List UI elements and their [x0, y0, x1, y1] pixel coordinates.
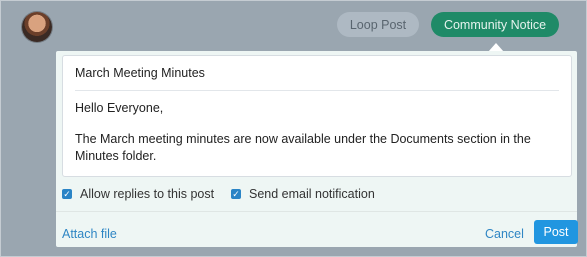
- post-subject[interactable]: March Meeting Minutes: [75, 66, 205, 80]
- send-email-label: Send email notification: [249, 187, 375, 201]
- send-email-option[interactable]: ✓ Send email notification: [231, 187, 375, 201]
- allow-replies-checkbox[interactable]: ✓: [62, 189, 72, 199]
- compose-panel: March Meeting Minutes Hello Everyone, Th…: [56, 51, 578, 247]
- cancel-link[interactable]: Cancel: [485, 227, 524, 241]
- loop-post-button[interactable]: Loop Post: [337, 12, 419, 37]
- footer-divider: [56, 211, 577, 212]
- post-editor[interactable]: March Meeting Minutes Hello Everyone, Th…: [62, 55, 572, 177]
- send-email-checkbox[interactable]: ✓: [231, 189, 241, 199]
- attach-file-link[interactable]: Attach file: [62, 227, 117, 241]
- post-button[interactable]: Post: [534, 220, 578, 244]
- compose-window: Loop Post Community Notice March Meeting…: [0, 0, 587, 257]
- user-avatar: [22, 12, 52, 42]
- community-notice-button[interactable]: Community Notice: [431, 12, 559, 37]
- allow-replies-label: Allow replies to this post: [80, 187, 215, 201]
- subject-divider: [75, 90, 559, 91]
- post-body[interactable]: The March meeting minutes are now availa…: [75, 131, 559, 165]
- post-greeting[interactable]: Hello Everyone,: [75, 101, 163, 115]
- allow-replies-option[interactable]: ✓ Allow replies to this post: [62, 187, 214, 201]
